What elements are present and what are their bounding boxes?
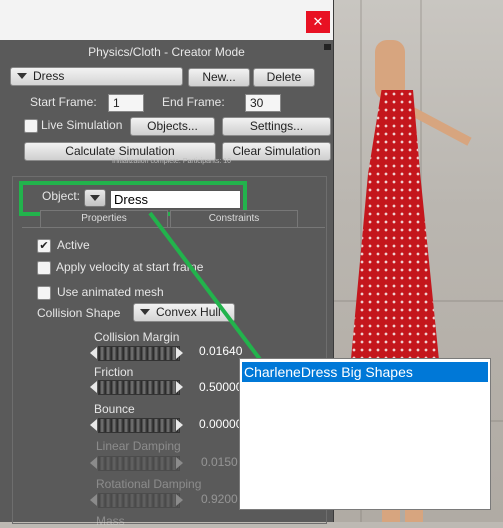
- object-dropdown-list: CharleneDress Big Shapes: [239, 358, 491, 510]
- list-item[interactable]: CharleneDress Big Shapes: [242, 362, 488, 382]
